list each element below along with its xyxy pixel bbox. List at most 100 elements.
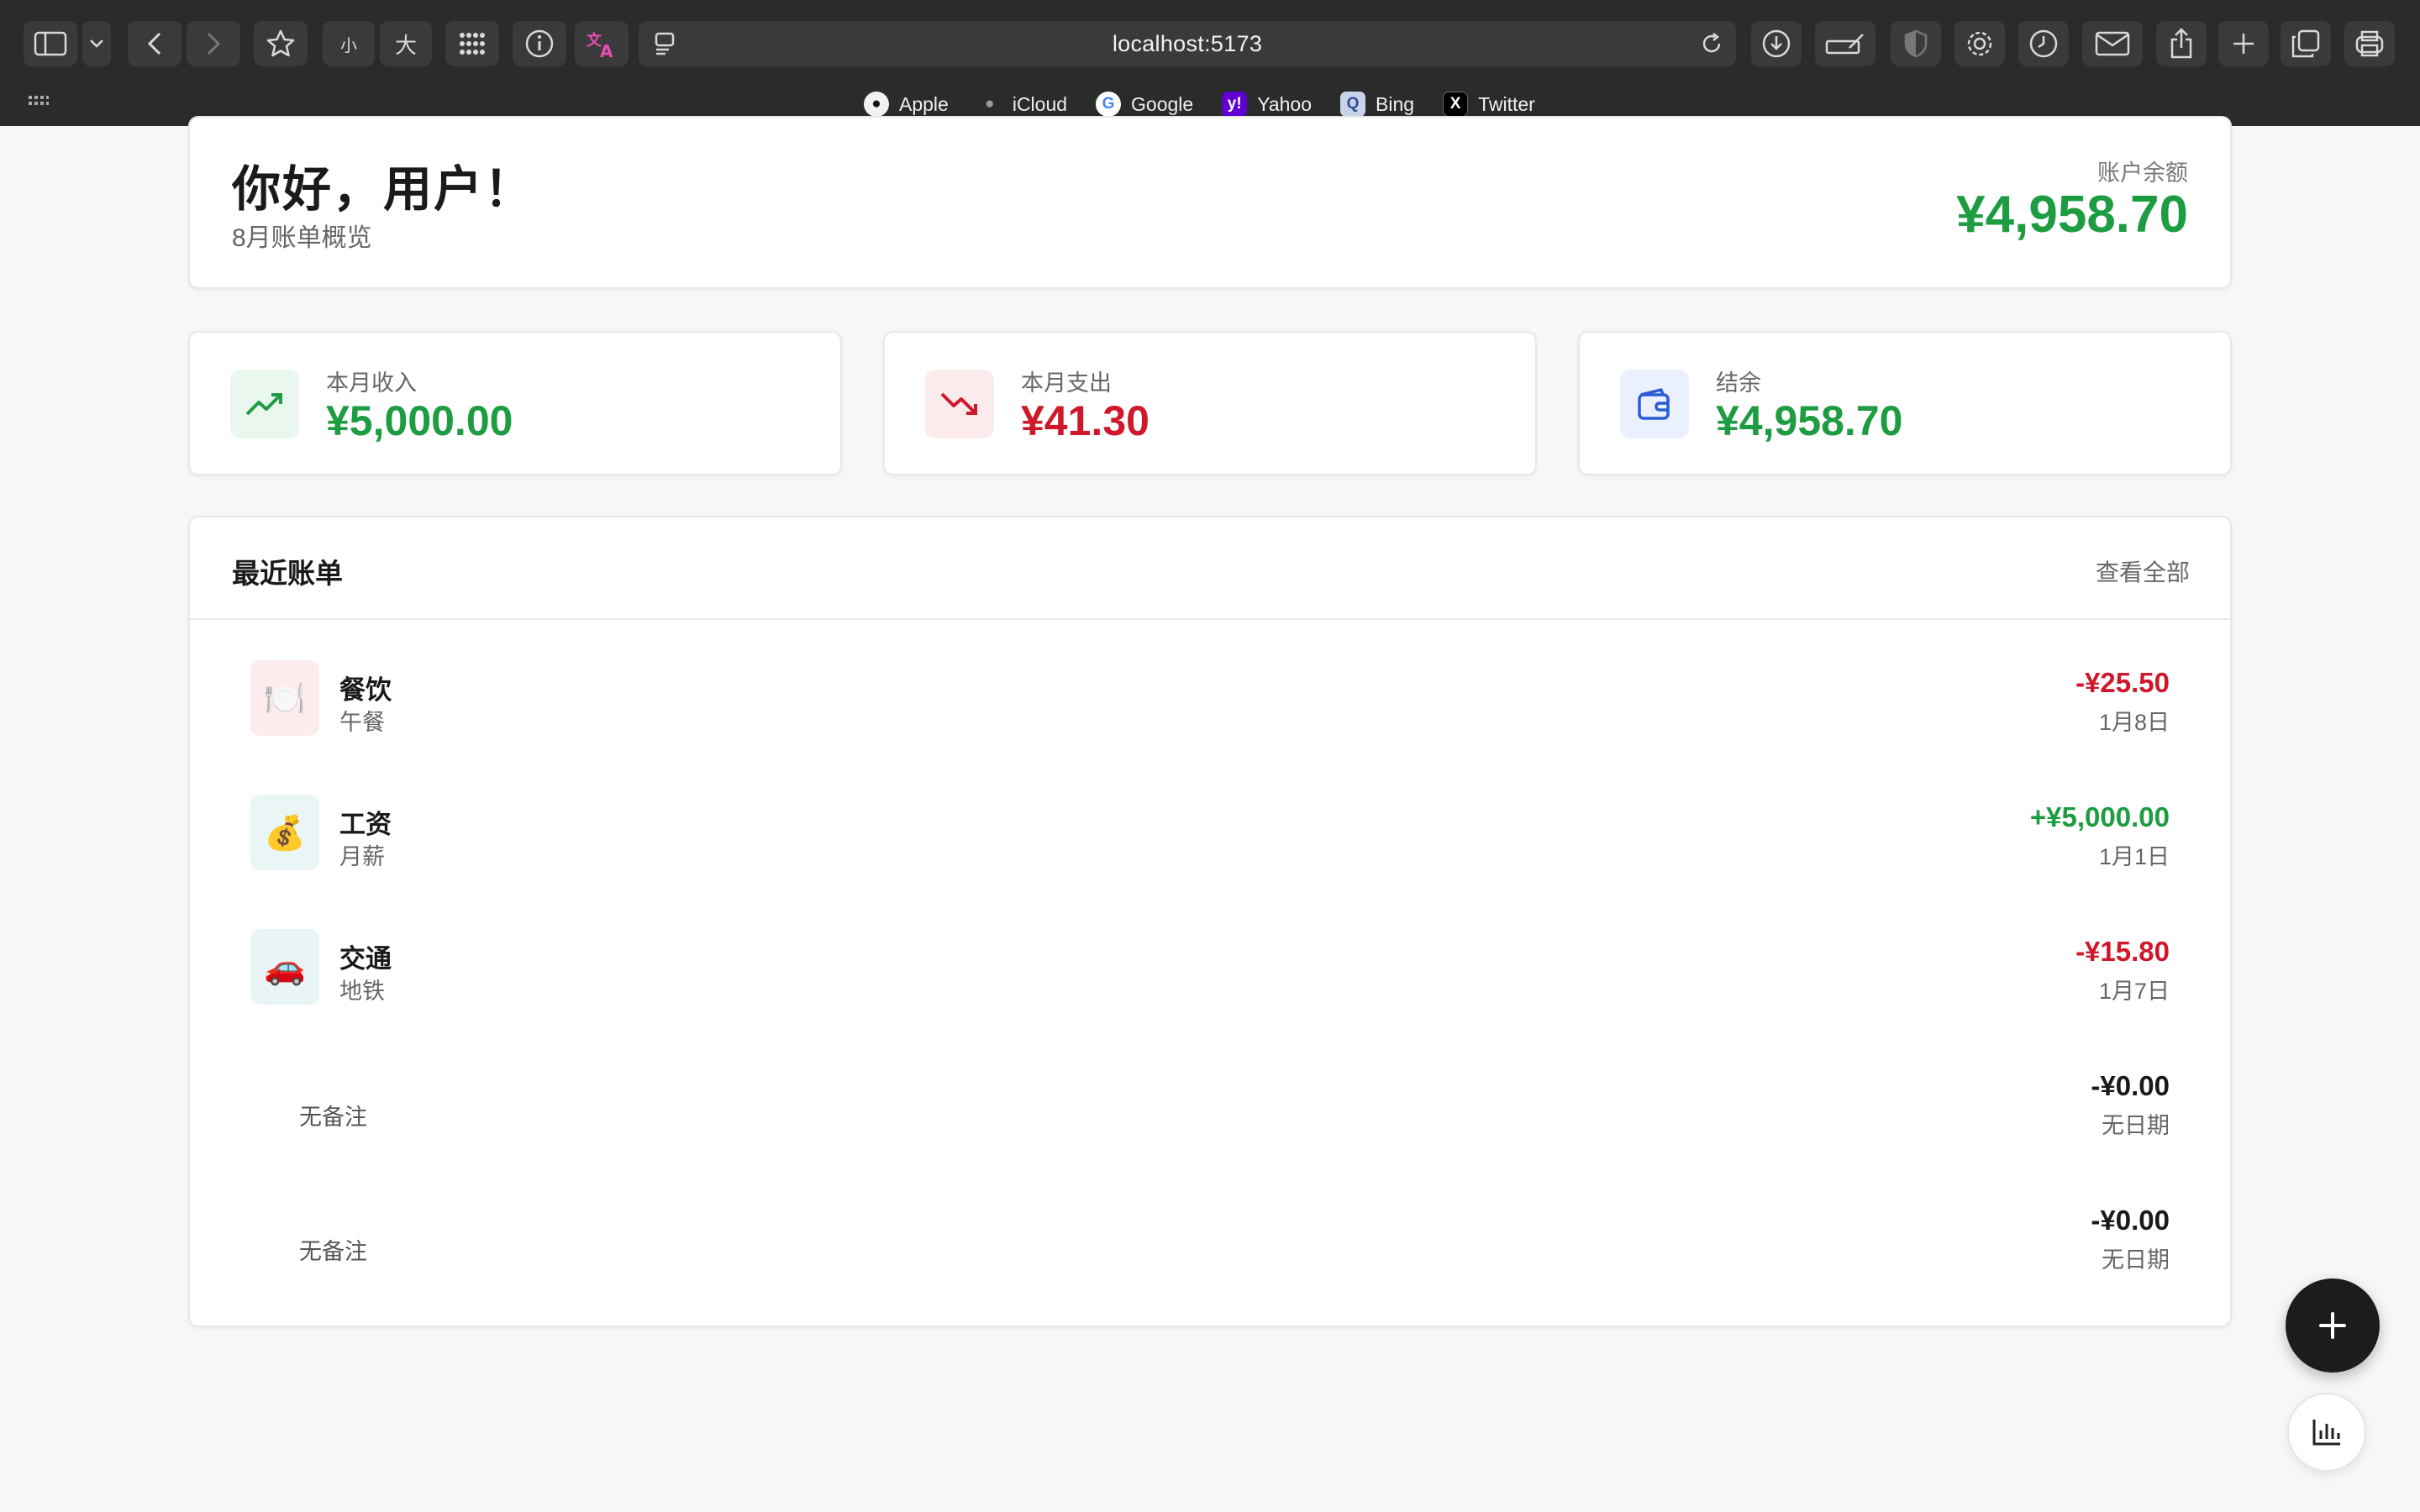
money-bag-icon: 💰 [250, 795, 319, 870]
grid-icon [460, 33, 485, 55]
dining-icon: 🍽️ [250, 660, 319, 736]
star-icon [266, 29, 295, 57]
income-label: 本月收入 [326, 370, 417, 396]
share-icon [2170, 28, 2192, 59]
markup-button[interactable] [1815, 21, 1876, 66]
surplus-label: 结余 [1716, 370, 1761, 396]
item-note: 无备注 [299, 1239, 367, 1264]
clock-icon [2029, 29, 2058, 58]
trending-down-icon [925, 370, 994, 438]
surplus-stat-card: 结余 ¥4,958.70 [1578, 331, 2232, 475]
income-value: ¥5,000.00 [326, 397, 513, 444]
favorites-grid-icon[interactable] [29, 94, 49, 115]
bookmark-button[interactable] [254, 21, 308, 66]
overview-header-card: 你好，用户！ 8月账单概览 账户余额 ¥4,958.70 [188, 116, 2232, 289]
font-smaller-button[interactable]: 小 [323, 21, 375, 66]
downloads-button[interactable] [1751, 21, 1802, 66]
back-button[interactable] [128, 21, 182, 66]
item-date: 无日期 [2102, 1247, 2170, 1273]
sidebar-toggle-button[interactable] [24, 21, 77, 66]
download-icon [1762, 29, 1791, 58]
view-all-link[interactable]: 查看全部 [2096, 554, 2190, 588]
bing-icon: Q [1340, 92, 1366, 117]
favorite-yahoo[interactable]: y! Yahoo [1222, 92, 1312, 117]
favorite-google[interactable]: G Google [1096, 92, 1193, 117]
expense-label: 本月支出 [1021, 370, 1112, 396]
translate-icon: 文A [587, 31, 613, 59]
apple-icon: ● [864, 92, 889, 117]
tab-group-menu-button[interactable] [82, 21, 111, 66]
list-item[interactable]: 🚗 交通 地铁 -¥15.80 1月7日 [190, 889, 2230, 1023]
browser-toolbar: 小 大 文A localhost:5173 [0, 0, 2420, 87]
item-amount: +¥5,000.00 [2029, 801, 2170, 832]
reader-icon[interactable] [654, 31, 676, 62]
item-note: 地铁 [339, 979, 385, 1004]
chevron-left-icon [147, 32, 161, 55]
google-icon: G [1096, 92, 1122, 117]
expense-value: ¥41.30 [1021, 397, 1150, 444]
month-subtitle: 8月账单概览 [232, 224, 372, 252]
list-item[interactable]: 无备注 -¥0.00 无日期 [190, 1023, 2230, 1158]
item-amount: -¥0.00 [2091, 1070, 2170, 1101]
settings-button[interactable] [1954, 21, 2005, 66]
reload-icon[interactable] [1699, 31, 1724, 62]
income-stat-card: 本月收入 ¥5,000.00 [188, 331, 842, 475]
history-button[interactable] [2018, 21, 2069, 66]
plus-icon [2319, 1312, 2346, 1339]
item-note: 月薪 [339, 844, 385, 869]
mail-button[interactable] [2082, 21, 2143, 66]
tab-overview-button[interactable] [2281, 21, 2331, 66]
balance-label: 账户余额 [2097, 160, 2188, 186]
mail-icon [2095, 31, 2130, 56]
bar-chart-icon [2312, 1420, 2340, 1446]
item-category: 餐饮 [339, 675, 392, 705]
translate-button[interactable]: 文A [575, 21, 629, 66]
chevron-right-icon [207, 32, 221, 55]
privacy-button[interactable] [1891, 21, 1941, 66]
recent-bills-title: 最近账单 [232, 558, 343, 589]
chevron-down-icon [90, 39, 103, 48]
add-bill-button[interactable] [2286, 1278, 2380, 1373]
list-item[interactable]: 💰 工资 月薪 +¥5,000.00 1月1日 [190, 754, 2230, 889]
app-page: 你好，用户！ 8月账单概览 账户余额 ¥4,958.70 本月收入 ¥5,000… [0, 116, 2420, 1512]
car-icon: 🚗 [250, 929, 319, 1005]
item-amount: -¥0.00 [2091, 1205, 2170, 1236]
url-text: localhost:5173 [1112, 30, 1263, 56]
item-date: 1月8日 [2098, 710, 2170, 735]
browser-chrome: 小 大 文A localhost:5173 ● Apple ● iCloud G… [0, 0, 2420, 126]
address-bar[interactable]: localhost:5173 [639, 21, 1736, 66]
item-note: 午餐 [339, 710, 385, 735]
info-icon [525, 29, 554, 58]
item-category: 工资 [339, 810, 392, 839]
apps-grid-button[interactable] [445, 21, 499, 66]
favorite-icloud[interactable]: ● iCloud [977, 92, 1067, 117]
sidebar-icon [34, 31, 67, 56]
favorite-twitter[interactable]: X Twitter [1443, 92, 1535, 117]
share-button[interactable] [2156, 21, 2207, 66]
favorite-apple[interactable]: ● Apple [864, 92, 949, 117]
tabs-icon [2291, 29, 2320, 58]
item-amount: -¥15.80 [2075, 936, 2170, 967]
statistics-button[interactable] [2287, 1393, 2366, 1472]
item-category: 交通 [339, 944, 392, 974]
pen-icon [1825, 34, 1864, 55]
item-note: 无备注 [299, 1105, 367, 1130]
item-date: 无日期 [2102, 1113, 2170, 1138]
list-item[interactable]: 无备注 -¥0.00 无日期 [190, 1158, 2230, 1292]
expense-stat-card: 本月支出 ¥41.30 [883, 331, 1537, 475]
forward-button[interactable] [187, 21, 240, 66]
plus-icon [2233, 34, 2254, 54]
list-item[interactable]: 🍽️ 餐饮 午餐 -¥25.50 1月8日 [190, 620, 2230, 754]
yahoo-icon: y! [1222, 92, 1248, 117]
x-icon: X [1443, 92, 1469, 117]
font-larger-button[interactable]: 大 [380, 21, 432, 66]
page-info-button[interactable] [513, 21, 566, 66]
item-date: 1月7日 [2098, 979, 2170, 1004]
new-tab-button[interactable] [2218, 21, 2269, 66]
gear-icon [1967, 31, 1992, 56]
extension-button[interactable] [2344, 21, 2395, 66]
shield-icon [1904, 29, 1928, 58]
apple-gray-icon: ● [985, 95, 995, 113]
favorite-bing[interactable]: Q Bing [1340, 92, 1414, 117]
svg-text:A: A [600, 41, 613, 59]
